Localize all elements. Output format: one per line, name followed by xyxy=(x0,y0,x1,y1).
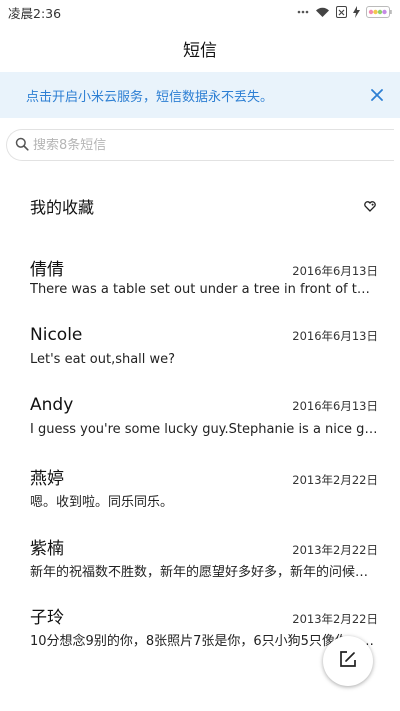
message-preview: 嗯。收到啦。同乐同乐。 xyxy=(30,495,174,510)
list-item[interactable]: 紫楠 2013年2月22日 新年的祝福数不胜数，新年的愿望好多好多，新年的问候一… xyxy=(0,534,400,594)
wifi-icon xyxy=(315,6,330,18)
status-bar: 凌晨2:36 xyxy=(0,0,400,24)
favorites-label: 我的收藏 xyxy=(30,198,95,217)
message-date: 2013年2月22日 xyxy=(292,473,378,487)
compose-button[interactable] xyxy=(323,636,373,686)
list-item[interactable]: Nicole 2016年6月13日 Let's eat out,shall we… xyxy=(0,325,400,385)
battery-icon xyxy=(366,6,392,18)
contact-name: 紫楠 xyxy=(30,539,64,559)
title-bar: 短信 xyxy=(0,24,400,72)
dots-icon xyxy=(297,10,309,14)
message-date: 2016年6月13日 xyxy=(292,329,378,343)
message-preview: 新年的祝福数不胜数，新年的愿望好多好多，新年的问候一定要送到 xyxy=(30,565,378,580)
list-item[interactable]: 倩倩 2016年6月13日 There was a table set out … xyxy=(0,255,400,315)
close-icon[interactable] xyxy=(368,86,386,104)
contact-name: Nicole xyxy=(30,325,83,345)
message-preview: Let's eat out,shall we? xyxy=(30,352,176,367)
compose-icon[interactable] xyxy=(338,649,358,673)
message-date: 2013年2月22日 xyxy=(292,612,378,626)
search-box[interactable] xyxy=(6,129,394,161)
contact-name: Andy xyxy=(30,395,74,415)
charging-icon xyxy=(353,6,360,18)
contact-name: 倩倩 xyxy=(30,260,64,280)
search-input[interactable] xyxy=(33,137,373,153)
list-item[interactable]: Andy 2016年6月13日 I guess you're some luck… xyxy=(0,395,400,455)
message-date: 2016年6月13日 xyxy=(292,264,378,278)
message-preview: I guess you're some lucky guy.Stephanie … xyxy=(30,422,378,437)
page-title: 短信 xyxy=(183,40,217,61)
message-date: 2013年2月22日 xyxy=(292,543,378,557)
list-item[interactable]: 燕婷 2013年2月22日 嗯。收到啦。同乐同乐。 xyxy=(0,464,400,524)
sim-icon xyxy=(336,6,347,18)
heart-icon xyxy=(364,197,376,216)
message-date: 2016年6月13日 xyxy=(292,399,378,413)
banner-text[interactable]: 点击开启小米云服务，短信数据永不丢失。 xyxy=(26,86,273,105)
status-icons xyxy=(297,6,392,18)
contact-name: 子玲 xyxy=(30,608,64,628)
message-preview: There was a table set out under a tree i… xyxy=(30,282,378,297)
status-time: 凌晨2:36 xyxy=(8,5,62,21)
search-bar[interactable] xyxy=(6,129,394,161)
contact-name: 燕婷 xyxy=(30,469,64,489)
favorites-row[interactable]: 我的收藏 xyxy=(0,186,400,226)
message-preview: 10分想念9别的你，8张照片7张是你，6只小狗5只像你，4季 xyxy=(30,634,378,649)
search-icon xyxy=(15,136,29,155)
cloud-banner[interactable]: 点击开启小米云服务，短信数据永不丢失。 xyxy=(0,72,400,118)
